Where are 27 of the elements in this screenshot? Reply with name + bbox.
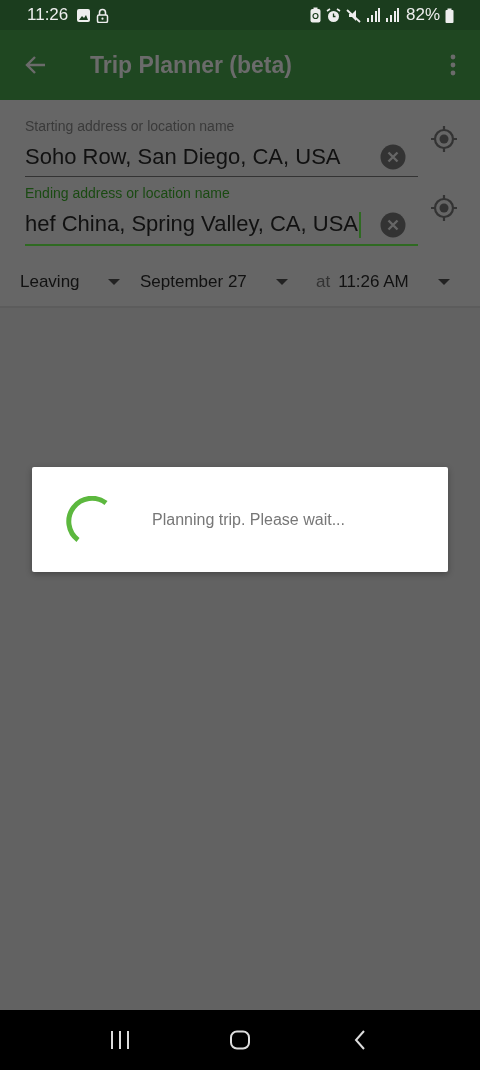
clear-icon[interactable] <box>380 211 406 238</box>
back-arrow-icon[interactable] <box>24 55 46 75</box>
battery-saver-icon <box>309 7 321 23</box>
my-location-icon[interactable] <box>430 125 458 153</box>
battery-icon <box>445 7 454 23</box>
dialog-message: Planning trip. Please wait... <box>152 510 345 529</box>
home-icon[interactable] <box>229 1030 251 1050</box>
mute-icon <box>345 7 361 23</box>
more-options-icon[interactable] <box>450 54 456 76</box>
clear-icon[interactable] <box>380 144 406 170</box>
address-field[interactable]: hef China, Spring Valley, CA, USA <box>25 207 418 247</box>
lock-icon <box>96 7 110 23</box>
date-dropdown[interactable]: September 27 <box>140 272 288 293</box>
battery-level: 82% <box>405 5 440 25</box>
address-field[interactable]: Soho Row, San Diego, CA, USA <box>25 140 418 177</box>
recent-apps-icon[interactable] <box>109 1030 131 1050</box>
signal-icon <box>365 8 380 22</box>
mode-dropdown[interactable]: Leaving <box>20 272 120 293</box>
status-time: 11:26 <box>27 5 69 25</box>
time-dropdown[interactable]: 11:26 AM <box>338 272 451 293</box>
field-label: Ending address or location name <box>25 185 231 201</box>
loading-spinner-icon <box>66 495 110 544</box>
signal-icon <box>384 8 399 22</box>
my-location-icon[interactable] <box>430 194 458 223</box>
app-title: Trip Planner (beta) <box>90 51 293 79</box>
alarm-icon <box>325 7 341 23</box>
picture-icon <box>76 7 92 23</box>
